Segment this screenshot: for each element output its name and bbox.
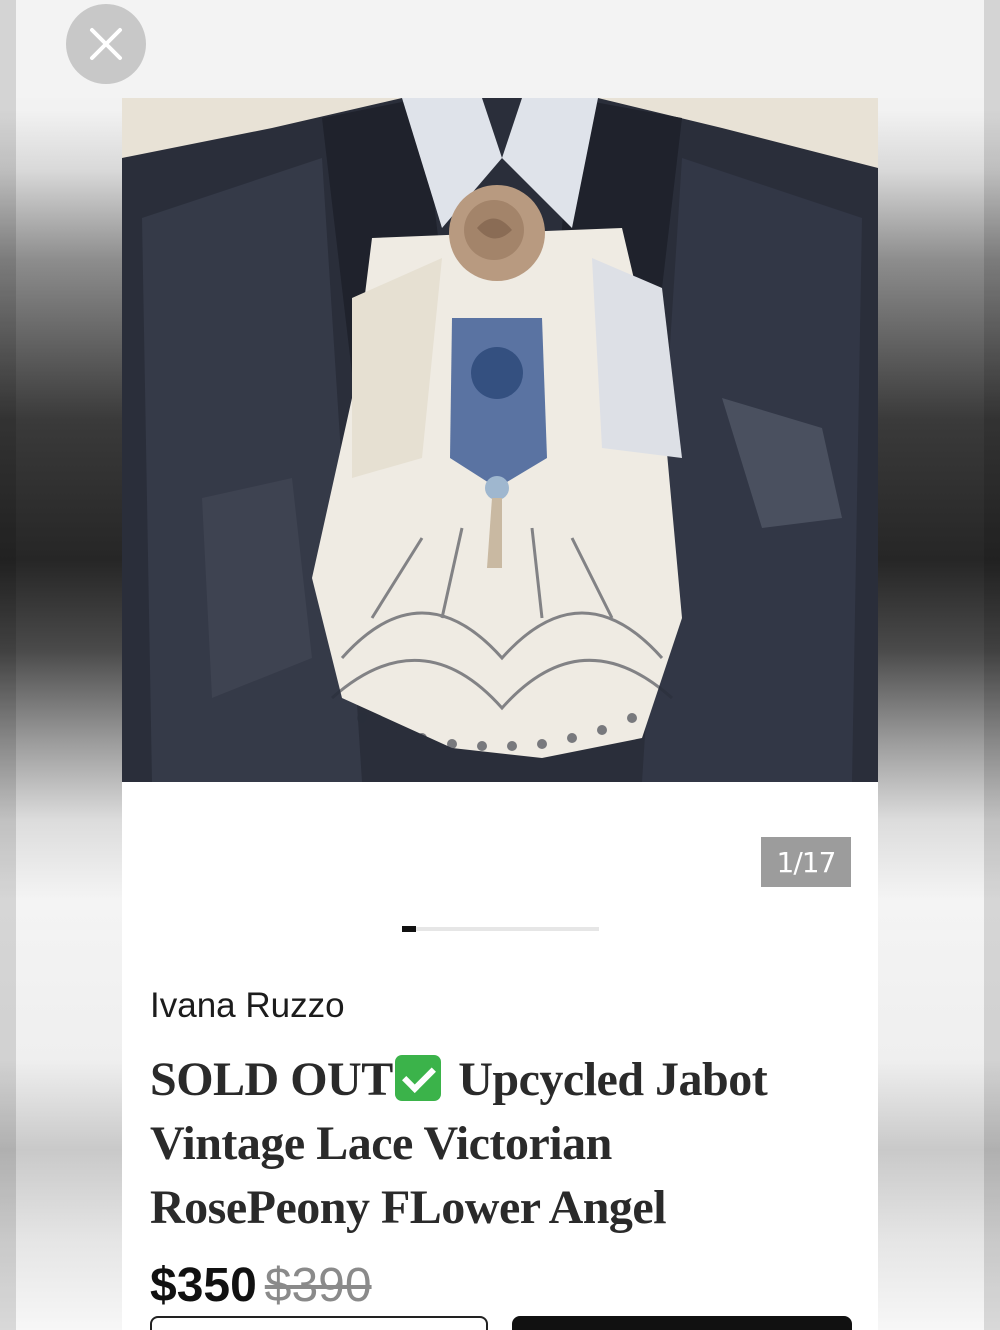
- original-price: $390: [264, 1259, 372, 1312]
- image-counter: 1/17: [761, 837, 851, 887]
- top-bar: [16, 0, 984, 98]
- primary-action-button[interactable]: [512, 1316, 852, 1330]
- product-photo[interactable]: [122, 98, 878, 782]
- current-price: $350: [150, 1259, 257, 1312]
- close-button[interactable]: [66, 4, 146, 84]
- listing-title: SOLD OUT Upcycled Jabot Vintage Lace Vic…: [150, 1048, 770, 1240]
- title-sold-out: SOLD OUT: [150, 1053, 393, 1106]
- seller-name[interactable]: Ivana Ruzzo: [150, 986, 345, 1026]
- checkmark-icon: [394, 1055, 441, 1101]
- gallery-progress-track: [402, 926, 599, 932]
- listing-card: 1/17 Ivana Ruzzo SOLD OUT Upcycled Jabot…: [122, 98, 878, 1330]
- secondary-action-button[interactable]: [150, 1316, 488, 1330]
- left-edge: [0, 0, 16, 1330]
- gallery-progress-fill: [402, 926, 416, 932]
- price-row: $350 $390: [150, 1258, 372, 1313]
- right-edge: [984, 0, 1000, 1330]
- close-icon: [90, 28, 122, 60]
